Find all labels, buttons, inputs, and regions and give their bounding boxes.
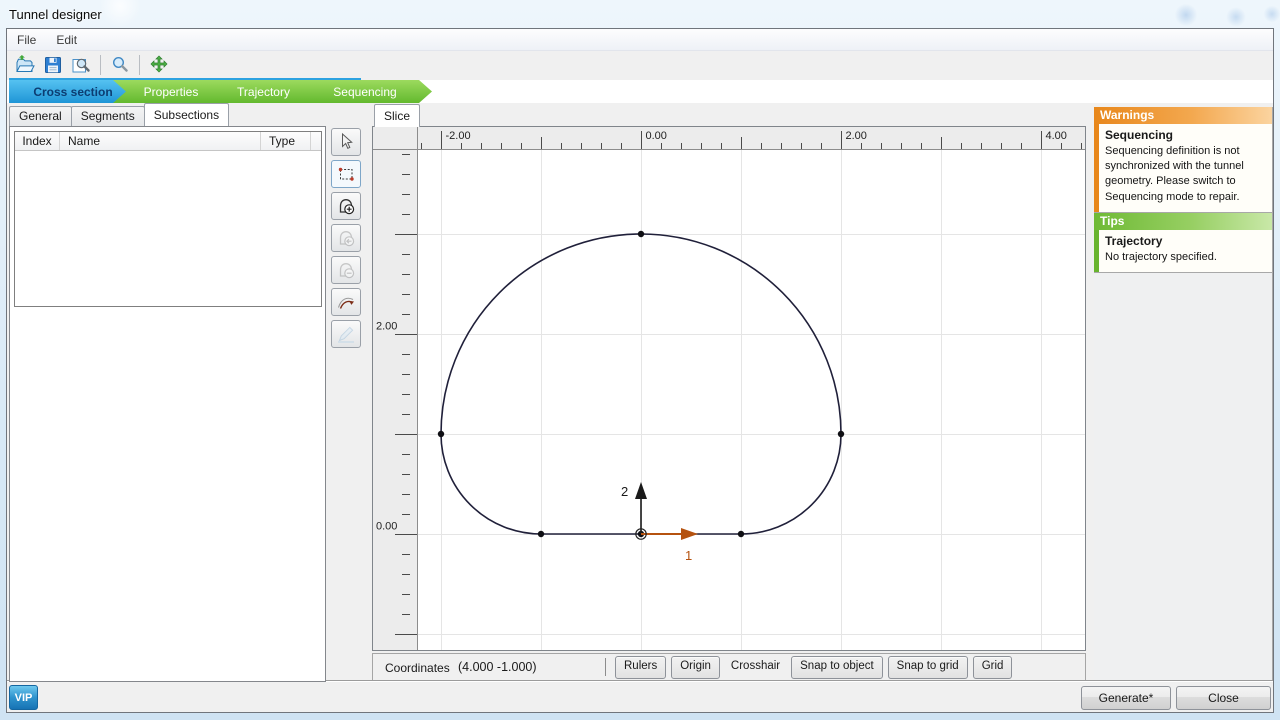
select-icon bbox=[336, 132, 356, 152]
svg-text:-2.00: -2.00 bbox=[446, 130, 471, 142]
left-ruler-scale: 0.00 2.00 bbox=[373, 150, 417, 650]
toggle-rulers[interactable]: Rulers bbox=[615, 656, 666, 679]
svg-text:2.00: 2.00 bbox=[376, 321, 397, 333]
zoom-extents-button[interactable] bbox=[68, 53, 94, 77]
axis-2-label: 2 bbox=[621, 484, 628, 499]
tips-header: Tips bbox=[1094, 213, 1272, 230]
add-subsection-tool-button[interactable] bbox=[331, 192, 361, 220]
window-client-area: FileEdit Cross sectionPropertiesTrajecto… bbox=[6, 28, 1274, 713]
ruler-corner bbox=[373, 127, 418, 150]
svg-text:0.00: 0.00 bbox=[646, 130, 667, 142]
draw-tool-button[interactable] bbox=[331, 320, 361, 348]
warnings-header: Warnings bbox=[1094, 107, 1272, 124]
svg-text:2.00: 2.00 bbox=[846, 130, 867, 142]
measure-icon bbox=[336, 292, 356, 312]
toolbar-separator bbox=[100, 55, 101, 75]
toggle-origin[interactable]: Origin bbox=[671, 656, 720, 679]
slice-tab-strip: Slice bbox=[374, 104, 419, 126]
zoom-icon bbox=[110, 55, 130, 75]
zoom-rectangle-tool-button[interactable] bbox=[331, 160, 361, 188]
footer-bar: VIP Generate* Close bbox=[7, 680, 1273, 712]
tab-subsections[interactable]: Subsections bbox=[144, 103, 229, 126]
tunnel-vertex[interactable] bbox=[738, 531, 744, 537]
previous-subsection-tool-button[interactable] bbox=[331, 224, 361, 252]
drawing-surface: 21 bbox=[418, 150, 1085, 650]
column-header-type[interactable]: Type bbox=[261, 132, 311, 150]
vip-badge[interactable]: VIP bbox=[9, 685, 38, 710]
column-header-name[interactable]: Name bbox=[60, 132, 261, 150]
close-button[interactable]: Close bbox=[1176, 686, 1271, 710]
tunnel-vertex[interactable] bbox=[838, 431, 844, 437]
left-ruler: 0.00 2.00 bbox=[373, 150, 418, 650]
tab-general[interactable]: General bbox=[9, 106, 72, 126]
item-title: Trajectory bbox=[1105, 234, 1263, 248]
toggle-snap-to-grid[interactable]: Snap to grid bbox=[888, 656, 968, 679]
column-header-index[interactable]: Index bbox=[15, 132, 60, 150]
axis-1-label: 1 bbox=[685, 548, 692, 563]
pan-icon bbox=[149, 55, 169, 75]
toggle-snap-to-object[interactable]: Snap to object bbox=[791, 656, 883, 679]
canvas-page: -2.000.002.004.00 0.002.00 21 bbox=[372, 126, 1086, 651]
pan-button[interactable] bbox=[146, 53, 172, 77]
add-subsection-icon bbox=[336, 196, 356, 216]
zoom-extents-icon bbox=[71, 55, 91, 75]
open-icon bbox=[15, 55, 35, 75]
save-icon bbox=[43, 55, 63, 75]
tab-slice[interactable]: Slice bbox=[374, 104, 420, 127]
tab-segments[interactable]: Segments bbox=[71, 106, 145, 126]
main-toolbar bbox=[7, 51, 1277, 78]
top-ruler-scale: -2.00 0.00 2.00 4.00 bbox=[418, 127, 1085, 149]
axis-2-arrowhead bbox=[635, 482, 647, 499]
tunnel-vertex[interactable] bbox=[638, 231, 644, 237]
breadcrumb-step-sequencing[interactable]: Sequencing bbox=[298, 80, 432, 103]
window-title: Tunnel designer bbox=[9, 7, 102, 22]
remove-subsection-tool-button[interactable] bbox=[331, 256, 361, 284]
drawing-area[interactable]: 21 bbox=[418, 150, 1085, 650]
panel-filler bbox=[1094, 273, 1272, 682]
item-text: No trajectory specified. bbox=[1105, 250, 1263, 265]
toggle-crosshair[interactable]: Crosshair bbox=[725, 657, 786, 678]
canvas-status-bar: Coordinates (4.000 -1.000) RulersOriginC… bbox=[372, 653, 1086, 681]
select-tool-button[interactable] bbox=[331, 128, 361, 156]
zoom-button[interactable] bbox=[107, 53, 133, 77]
generate-button[interactable]: Generate* bbox=[1081, 686, 1171, 710]
measure-tool-button[interactable] bbox=[331, 288, 361, 316]
title-bar[interactable]: Tunnel designer bbox=[0, 0, 1280, 28]
toggle-grid[interactable]: Grid bbox=[973, 656, 1013, 679]
zoom-rectangle-icon bbox=[336, 164, 356, 184]
coordinates-value: (4.000 -1.000) bbox=[458, 660, 537, 674]
axis-1-arrowhead bbox=[681, 528, 698, 540]
tips-item: Trajectory No trajectory specified. bbox=[1094, 230, 1272, 273]
tunnel-vertex[interactable] bbox=[538, 531, 544, 537]
previous-subsection-icon bbox=[336, 228, 356, 248]
item-title: Sequencing bbox=[1105, 128, 1263, 142]
svg-text:4.00: 4.00 bbox=[1046, 130, 1067, 142]
coordinates-label: Coordinates bbox=[385, 661, 450, 675]
menu-edit[interactable]: Edit bbox=[46, 31, 87, 49]
menu-file[interactable]: File bbox=[7, 31, 46, 49]
save-button[interactable] bbox=[40, 53, 66, 77]
warnings-item: Sequencing Sequencing definition is not s… bbox=[1094, 124, 1272, 213]
column-header-filler bbox=[311, 132, 321, 150]
menu-bar: FileEdit bbox=[7, 29, 1273, 51]
status-separator bbox=[605, 658, 606, 676]
toolbar-separator bbox=[139, 55, 140, 75]
subsections-page: IndexNameType bbox=[9, 126, 326, 682]
open-button[interactable] bbox=[12, 53, 38, 77]
draw-icon bbox=[336, 324, 356, 344]
mode-breadcrumb: Cross sectionPropertiesTrajectorySequenc… bbox=[7, 80, 1273, 103]
item-text: Sequencing definition is not synchronize… bbox=[1105, 144, 1263, 205]
remove-subsection-icon bbox=[336, 260, 356, 280]
messages-panel: Warnings Sequencing Sequencing definition … bbox=[1094, 107, 1273, 682]
top-ruler: -2.00 0.00 2.00 4.00 bbox=[418, 127, 1085, 150]
tunnel-vertex[interactable] bbox=[438, 431, 444, 437]
subsections-table[interactable]: IndexNameType bbox=[14, 131, 322, 307]
table-header-row: IndexNameType bbox=[15, 132, 321, 151]
tool-palette bbox=[331, 128, 363, 352]
left-tab-strip: GeneralSegmentsSubsections bbox=[9, 105, 228, 126]
svg-text:0.00: 0.00 bbox=[376, 521, 397, 533]
